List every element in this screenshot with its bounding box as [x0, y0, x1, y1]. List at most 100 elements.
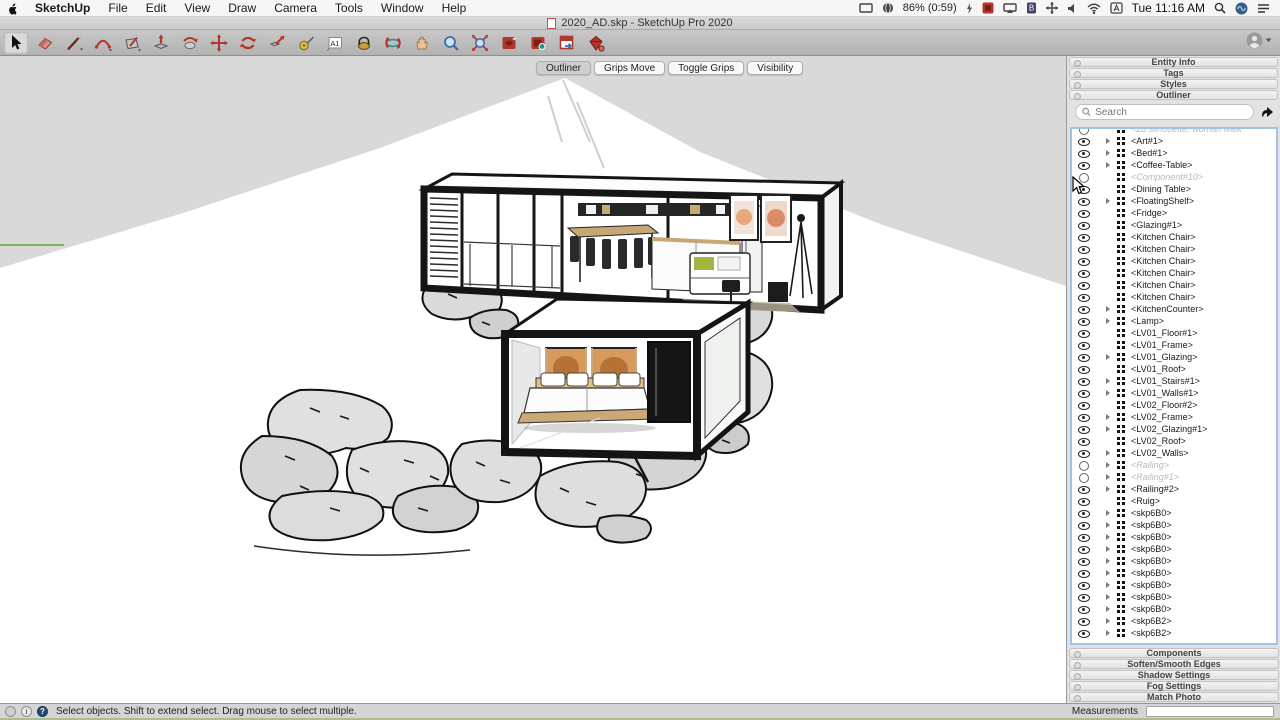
visibility-eye-icon[interactable]: [1078, 268, 1090, 278]
expand-arrow-icon[interactable]: [1106, 546, 1110, 552]
outliner-row[interactable]: <skp6B0>: [1072, 567, 1276, 579]
menu-item[interactable]: Camera: [265, 0, 326, 16]
expand-arrow-icon[interactable]: [1106, 198, 1110, 204]
outliner-item-label[interactable]: <Kitchen Chair>: [1131, 244, 1196, 254]
view-tab[interactable]: Grips Move: [594, 61, 665, 75]
visibility-eye-icon[interactable]: [1078, 592, 1090, 602]
outliner-row[interactable]: <skp6B0>: [1072, 579, 1276, 591]
outliner-search-field[interactable]: [1075, 104, 1254, 120]
outliner-item-label[interactable]: <skp6B2>: [1131, 628, 1172, 638]
outliner-item-label[interactable]: <skp6B0>: [1131, 604, 1172, 614]
view-tab[interactable]: Toggle Grips: [668, 61, 744, 75]
visibility-eye-icon[interactable]: [1078, 232, 1090, 242]
move-tool-button[interactable]: [207, 32, 231, 54]
outliner-row[interactable]: <KitchenCounter>: [1072, 303, 1276, 315]
outliner-item-label[interactable]: <Kitchen Chair>: [1131, 280, 1196, 290]
help-icon[interactable]: ?: [37, 706, 48, 717]
outliner-row[interactable]: <Railing>: [1072, 459, 1276, 471]
visibility-eye-icon[interactable]: [1078, 256, 1090, 266]
outliner-item-label[interactable]: <skp6B0>: [1131, 580, 1172, 590]
outliner-item-label[interactable]: <Kitchen Chair>: [1131, 268, 1196, 278]
line-tool-button[interactable]: [62, 32, 86, 54]
menu-item[interactable]: Edit: [137, 0, 176, 16]
outliner-item-label[interactable]: <skp6B0>: [1131, 508, 1172, 518]
outliner-row[interactable]: <LV01_Floor#1>: [1072, 327, 1276, 339]
outliner-item-label[interactable]: <Ruig>: [1131, 496, 1160, 506]
display-icon[interactable]: [859, 3, 873, 14]
bootcamp-doc-icon[interactable]: B: [1026, 2, 1037, 14]
tray-collapsed[interactable]: Match Photo: [1069, 692, 1279, 702]
outliner-row[interactable]: <LV01_Walls#1>: [1072, 387, 1276, 399]
outliner-item-label[interactable]: <LV01_Roof>: [1131, 364, 1186, 374]
visibility-eye-icon[interactable]: [1078, 448, 1090, 458]
visibility-eye-icon[interactable]: [1078, 376, 1090, 386]
outliner-item-label[interactable]: <LV02_Floor#2>: [1131, 400, 1197, 410]
visibility-eye-icon[interactable]: [1078, 304, 1090, 314]
outliner-item-label[interactable]: <Railing>: [1131, 460, 1169, 470]
visibility-eye-icon[interactable]: [1078, 340, 1090, 350]
outliner-item-label[interactable]: <Dining Table>: [1131, 184, 1191, 194]
outliner-row[interactable]: <LV02_Glazing#1>: [1072, 423, 1276, 435]
expand-arrow-icon[interactable]: [1106, 570, 1110, 576]
outliner-row[interactable]: <LV01_Glazing>: [1072, 351, 1276, 363]
outliner-row[interactable]: <LV02_Frame>: [1072, 411, 1276, 423]
outliner-row[interactable]: <Bed#1>: [1072, 147, 1276, 159]
outliner-item-label[interactable]: <Railing#2>: [1131, 484, 1179, 494]
outliner-item-label[interactable]: <Bed#1>: [1131, 148, 1168, 158]
expand-arrow-icon[interactable]: [1106, 558, 1110, 564]
eraser-tool-button[interactable]: [33, 32, 57, 54]
view-tab[interactable]: Visibility: [747, 61, 803, 75]
expand-arrow-icon[interactable]: [1106, 450, 1110, 456]
visibility-eye-icon[interactable]: [1078, 160, 1090, 170]
outliner-row[interactable]: <Glazing#1>: [1072, 219, 1276, 231]
visibility-eye-icon[interactable]: [1078, 388, 1090, 398]
outliner-row[interactable]: <skp6B0>: [1072, 531, 1276, 543]
outliner-item-label[interactable]: <Railing#1>: [1131, 472, 1179, 482]
siri-icon[interactable]: [1235, 2, 1248, 15]
zoom-extents-tool-button[interactable]: [468, 32, 492, 54]
tray-collapsed[interactable]: Fog Settings: [1069, 681, 1279, 691]
paint-bucket-tool-button[interactable]: [352, 32, 376, 54]
outliner-row[interactable]: <Dining Table>: [1072, 183, 1276, 195]
outliner-row[interactable]: <LV02_Floor#2>: [1072, 399, 1276, 411]
outliner-row[interactable]: <Component#10>: [1072, 171, 1276, 183]
expand-arrow-icon[interactable]: [1106, 390, 1110, 396]
outliner-item-label[interactable]: <2d silhouette, woman walk: [1131, 127, 1242, 134]
visibility-eye-icon[interactable]: [1078, 352, 1090, 362]
outliner-filter-button[interactable]: [1260, 106, 1274, 119]
menu-item[interactable]: File: [99, 0, 136, 16]
tray-collapsed[interactable]: Soften/Smooth Edges: [1069, 659, 1279, 669]
outliner-item-label[interactable]: <Fridge>: [1131, 208, 1167, 218]
outliner-row[interactable]: <Art#1>: [1072, 135, 1276, 147]
visibility-eye-icon[interactable]: [1078, 292, 1090, 302]
outliner-row[interactable]: <skp6B2>: [1072, 627, 1276, 639]
visibility-eye-icon[interactable]: [1078, 460, 1090, 470]
outliner-row[interactable]: <Kitchen Chair>: [1072, 243, 1276, 255]
outliner-row[interactable]: <Railing#2>: [1072, 483, 1276, 495]
outliner-row[interactable]: <LV01_Frame>: [1072, 339, 1276, 351]
airplay-display-icon[interactable]: [1003, 3, 1017, 14]
expand-arrow-icon[interactable]: [1106, 414, 1110, 420]
expand-arrow-icon[interactable]: [1106, 594, 1110, 600]
expand-arrow-icon[interactable]: [1106, 150, 1110, 156]
outliner-tree[interactable]: <2d silhouette, woman walk <Art#1>: [1070, 127, 1278, 645]
expand-arrow-icon[interactable]: [1106, 606, 1110, 612]
volume-icon[interactable]: [1067, 3, 1078, 14]
red-app-icon[interactable]: [982, 2, 994, 14]
scale-tool-button[interactable]: [265, 32, 289, 54]
visibility-eye-icon[interactable]: [1078, 148, 1090, 158]
expand-arrow-icon[interactable]: [1106, 534, 1110, 540]
visibility-eye-icon[interactable]: [1078, 508, 1090, 518]
outliner-row[interactable]: <FloatingShelf>: [1072, 195, 1276, 207]
send-to-layout-button[interactable]: [555, 32, 579, 54]
geolocation-icon[interactable]: [5, 706, 16, 717]
visibility-eye-icon[interactable]: [1078, 244, 1090, 254]
model-viewport[interactable]: Outliner Grips Move Toggle Grips Visibil…: [0, 56, 1066, 703]
visibility-eye-icon[interactable]: [1078, 580, 1090, 590]
expand-arrow-icon[interactable]: [1106, 582, 1110, 588]
outliner-row[interactable]: <LV02_Walls>: [1072, 447, 1276, 459]
visibility-eye-icon[interactable]: [1078, 364, 1090, 374]
outliner-item-label[interactable]: <skp6B2>: [1131, 616, 1172, 626]
push-pull-tool-button[interactable]: [149, 32, 173, 54]
outliner-item-label[interactable]: <LV01_Stairs#1>: [1131, 376, 1200, 386]
